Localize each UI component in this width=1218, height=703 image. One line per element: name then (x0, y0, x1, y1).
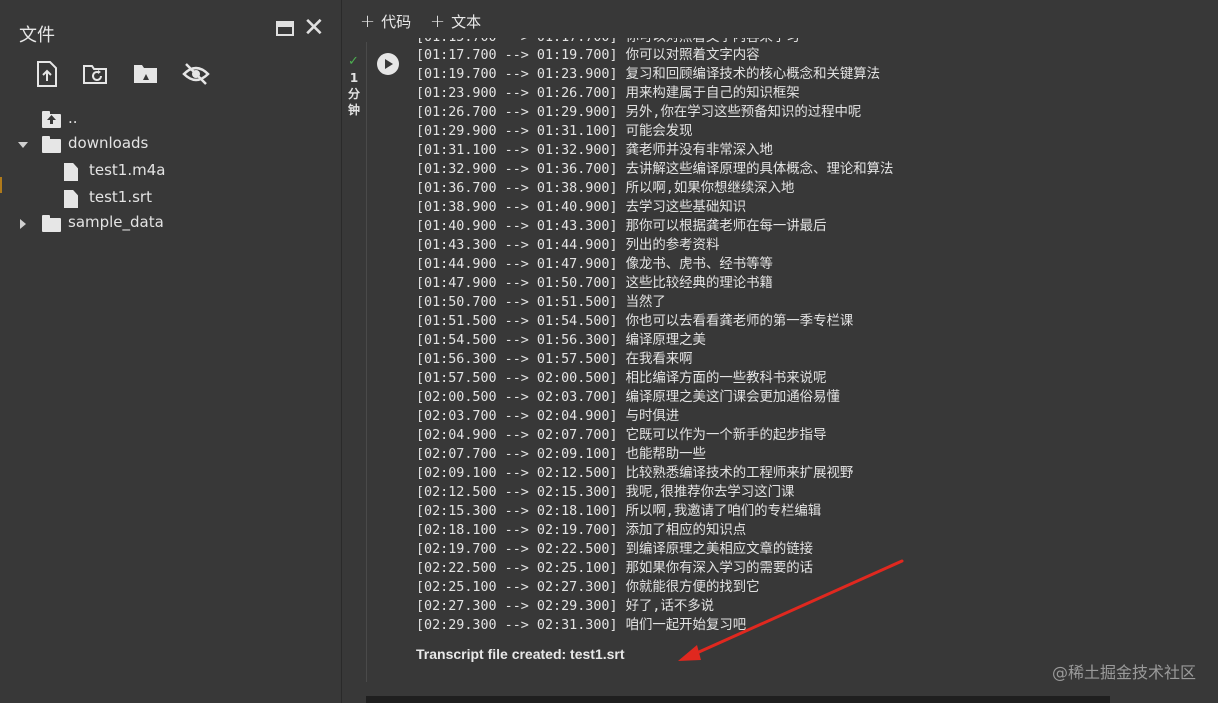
output-line: [02:19.700 --> 02:22.500] 到编译原理之美相应文章的链接 (416, 542, 814, 557)
output-line: [01:43.300 --> 01:44.900] 列出的参考资料 (416, 238, 720, 253)
checkmark-icon: ✓ (348, 54, 359, 69)
output-line: [02:29.300 --> 02:31.300] 咱们一起开始复习吧 (416, 618, 747, 633)
output-line: [02:22.500 --> 02:25.100] 那如果你有深入学习的需要的话 (416, 561, 814, 576)
output-line: [02:09.100 --> 02:12.500] 比较熟悉编译技术的工程师来扩… (416, 466, 854, 481)
file-icon (64, 190, 78, 208)
output-line: [02:00.500 --> 02:03.700] 编译原理之美这门课会更加通俗… (416, 390, 840, 405)
output-line: [01:32.900 --> 01:36.700] 去讲解这些编译原理的具体概念… (416, 162, 894, 177)
mount-drive-icon[interactable] (132, 61, 160, 89)
next-cell[interactable] (366, 696, 1110, 703)
cell-gutter (342, 42, 366, 703)
output-line: [01:40.900 --> 01:43.300] 那你可以根据龚老师在每一讲最… (416, 219, 827, 234)
tree-item-label: downloads (68, 134, 149, 152)
run-cell-button[interactable] (377, 53, 399, 75)
upload-file-icon[interactable] (34, 60, 60, 88)
output-line: [01:26.700 --> 01:29.900] 另外,你在学习这些预备知识的… (416, 105, 862, 120)
plus-icon: + (360, 11, 376, 32)
output-line: [01:29.900 --> 01:31.100] 可能会发现 (416, 124, 693, 139)
watermark: @稀土掘金技术社区 (1051, 663, 1196, 682)
output-line: [01:44.900 --> 01:47.900] 像龙书、虎书、经书等等 (416, 257, 773, 272)
output-line: [01:38.900 --> 01:40.900] 去学习这些基础知识 (416, 200, 747, 215)
output-line: [01:51.500 --> 01:54.500] 你也可以去看看龚老师的第一季… (416, 314, 854, 329)
output-line: [02:04.900 --> 02:07.700] 它既可以作为一个新手的起步指… (416, 428, 827, 443)
output-line: [02:27.300 --> 02:29.300] 好了,话不多说 (416, 599, 715, 614)
output-line: [02:18.100 --> 02:19.700] 添加了相应的知识点 (416, 523, 747, 538)
output-line: [02:15.300 --> 02:18.100] 所以啊,我邀请了咱们的专栏编… (416, 504, 822, 519)
output-line: [01:50.700 --> 01:51.500] 当然了 (416, 295, 666, 310)
open-in-window-icon[interactable] (276, 21, 294, 36)
file-panel-title: 文件 (19, 25, 55, 46)
folder-icon (42, 215, 61, 232)
status-message: Transcript file created: test1.srt (416, 646, 625, 662)
cell-output: [01:15.700 --> 01:17.700] 你可以对照着文字内容来学习 … (416, 28, 1206, 648)
execution-time: 1分钟 (347, 71, 360, 117)
hide-files-icon[interactable] (182, 62, 210, 90)
output-line: [01:19.700 --> 01:23.900] 复习和回顾编译技术的核心概念… (416, 67, 881, 82)
output-line: [01:23.900 --> 01:26.700] 用来构建属于自己的知识框架 (416, 86, 800, 101)
output-line: [02:07.700 --> 02:09.100] 也能帮助一些 (416, 447, 706, 462)
chevron-down-icon[interactable] (18, 142, 28, 148)
output-line: [01:31.100 --> 01:32.900] 龚老师并没有非常深入地 (416, 143, 773, 158)
output-line: [01:56.300 --> 01:57.500] 在我看来啊 (416, 352, 693, 367)
panel-edge-marker (0, 177, 2, 193)
close-icon[interactable]: ✕ (303, 13, 325, 43)
tree-item-label: .. (68, 109, 78, 127)
tree-item-label: test1.srt (89, 188, 152, 206)
file-icon (64, 163, 78, 181)
arrow-up-icon (47, 115, 56, 124)
output-line: [01:17.700 --> 01:19.700] 你可以对照着文字内容 (416, 48, 760, 63)
output-line: [01:57.500 --> 02:00.500] 相比编译方面的一些教科书来说… (416, 371, 827, 386)
output-line: [02:25.100 --> 02:27.300] 你就能很方便的找到它 (416, 580, 760, 595)
add-code-label: 代码 (381, 13, 412, 31)
output-line: [02:03.700 --> 02:04.900] 与时俱进 (416, 409, 680, 424)
output-line: [01:47.900 --> 01:50.700] 这些比较经典的理论书籍 (416, 276, 773, 291)
output-line: [01:54.500 --> 01:56.300] 编译原理之美 (416, 333, 706, 348)
output-line: [02:12.500 --> 02:15.300] 我呢,很推荐你去学习这门课 (416, 485, 795, 500)
folder-icon (42, 136, 61, 153)
file-panel: 文件 ✕ .. downloads test1.m4a test1.srt sa… (0, 0, 342, 703)
output-line: [01:36.700 --> 01:38.900] 所以啊,如果你想继续深入地 (416, 181, 795, 196)
refresh-folder-icon[interactable] (82, 61, 110, 89)
tree-item-label: sample_data (68, 213, 164, 231)
add-code-button[interactable]: + 代码 (360, 11, 411, 32)
tree-item-label: test1.m4a (89, 161, 166, 179)
chevron-right-icon[interactable] (20, 219, 26, 229)
output-line-clipped: [01:15.700 --> 01:17.700] 你可以对照着文字内容来学习 (416, 30, 800, 45)
